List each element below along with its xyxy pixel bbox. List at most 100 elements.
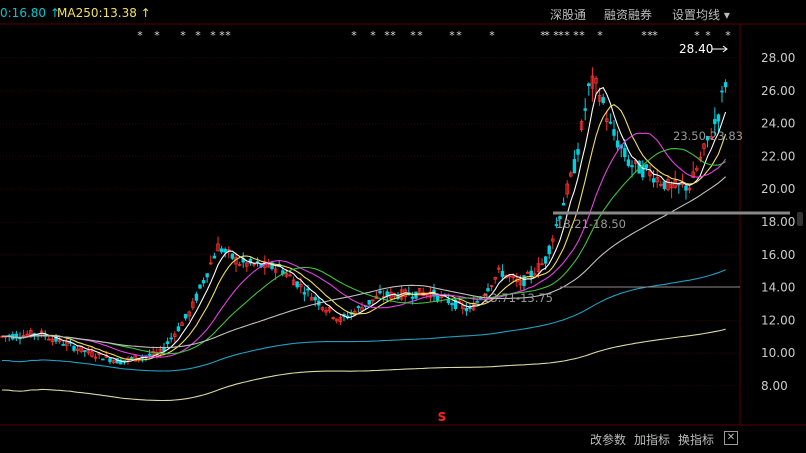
candle-body — [583, 108, 587, 111]
candle-body — [61, 344, 65, 346]
candle-body — [72, 346, 76, 351]
candle-body — [410, 296, 415, 299]
candle-body — [468, 307, 472, 309]
add-indicator-button[interactable]: 加指标 — [634, 431, 670, 448]
candle-body — [313, 297, 317, 301]
candle-body — [500, 270, 505, 277]
candle-body — [169, 337, 173, 340]
candle-body — [450, 303, 454, 306]
event-star-marker: * — [705, 29, 711, 42]
ma-readout-left: 0:16.80 ↑ — [0, 6, 60, 20]
y-tick-label: 20.00 — [761, 182, 795, 196]
event-star-marker: * — [564, 29, 570, 42]
candle-body — [295, 281, 299, 288]
candle-body — [129, 357, 134, 359]
ma-line — [2, 132, 727, 358]
candle-body — [662, 181, 667, 189]
event-star-marker: * — [449, 29, 455, 42]
set-ma-dropdown[interactable]: 设置均线 ▾ — [672, 6, 730, 23]
candle-body — [713, 119, 717, 125]
close-icon[interactable]: ✕ — [724, 431, 738, 445]
y-tick-label: 26.00 — [761, 84, 795, 98]
y-tick-label: 8.00 — [761, 379, 788, 393]
candle-body — [302, 292, 307, 295]
event-star-marker: * — [579, 29, 585, 42]
kline-chart[interactable]: 28.00 26.00 24.00 22.00 20.00 18.00 16.00 14.00… — [0, 0, 806, 453]
y-tick-label: 10.00 — [761, 346, 795, 360]
event-star-marker: * — [597, 29, 603, 42]
candle-body — [716, 114, 721, 122]
candle-body — [356, 306, 361, 308]
candle-body — [684, 185, 688, 191]
candle-body — [162, 347, 166, 352]
last-price-label: 28.40 — [679, 42, 714, 56]
candle-body — [83, 350, 87, 352]
candle-body — [651, 178, 656, 183]
candle-body — [543, 256, 548, 264]
candle-body — [561, 202, 566, 206]
candle-body — [201, 280, 206, 284]
event-star-marker: * — [225, 29, 231, 42]
event-star-marker: * — [694, 29, 700, 42]
candle-body — [475, 300, 479, 303]
event-star-marker: * — [390, 29, 396, 42]
event-star-marker: * — [137, 29, 143, 42]
event-star-marker: * — [417, 29, 423, 42]
candle-body — [576, 149, 580, 155]
event-star-marker: * — [154, 29, 160, 42]
candle-body — [230, 253, 235, 259]
switch-indicator-button[interactable]: 换指标 — [678, 431, 714, 448]
candle-body — [194, 293, 199, 301]
scrollbar[interactable] — [797, 212, 803, 226]
candle-body — [529, 270, 533, 277]
candle-body — [108, 358, 112, 363]
event-star-marker: * — [544, 29, 550, 42]
event-star-marker: * — [489, 29, 495, 42]
event-star-marker: * — [351, 29, 357, 42]
candle-body — [223, 248, 227, 253]
candle-body — [677, 183, 681, 186]
candle-body — [306, 288, 310, 291]
margin-trading-button[interactable]: 融资融券 — [604, 6, 652, 23]
ma250-readout: MA250:13.38 ↑ — [57, 6, 151, 20]
y-tick-label: 28.00 — [761, 51, 795, 65]
ma-line — [1, 328, 726, 402]
candle-body — [608, 121, 613, 124]
candle-body — [198, 284, 202, 289]
price-range-annotation: 18.21-18.50 — [556, 217, 626, 231]
event-star-marker: * — [456, 29, 462, 42]
candle-body — [219, 248, 224, 253]
shenzhen-connect-button[interactable]: 深股通 — [550, 6, 586, 23]
change-params-button[interactable]: 改参数 — [590, 431, 626, 448]
candle-body — [165, 341, 170, 345]
candle-body — [615, 140, 620, 148]
event-star-marker: * — [370, 29, 376, 42]
event-star-marker: * — [210, 29, 216, 42]
candle-body — [176, 326, 181, 332]
candle-body — [212, 255, 217, 259]
candle-body — [623, 148, 627, 158]
y-tick-label: 18.00 — [761, 215, 795, 229]
y-tick-label: 16.00 — [761, 248, 795, 262]
candle-body — [601, 97, 605, 104]
y-tick-label: 24.00 — [761, 117, 795, 131]
ma-line — [2, 176, 726, 349]
candle-body — [464, 307, 469, 312]
candle-body — [378, 290, 382, 294]
event-star-marker: * — [195, 29, 201, 42]
y-tick-label: 14.00 — [761, 281, 795, 295]
candle-body — [720, 90, 724, 93]
sell-signal-marker: S — [438, 410, 447, 424]
candle-body — [612, 129, 616, 136]
candle-body — [205, 273, 209, 278]
event-star-marker: * — [180, 29, 186, 42]
candle-body — [723, 82, 728, 88]
candle-body — [572, 159, 577, 174]
candle-body — [626, 159, 631, 166]
candle-body — [367, 299, 371, 305]
candle-body — [630, 165, 634, 168]
ma-line — [2, 148, 726, 355]
price-range-annotation: 13.71-13.75 — [483, 291, 553, 305]
event-star-marker: * — [652, 29, 658, 42]
event-star-marker: * — [410, 29, 416, 42]
